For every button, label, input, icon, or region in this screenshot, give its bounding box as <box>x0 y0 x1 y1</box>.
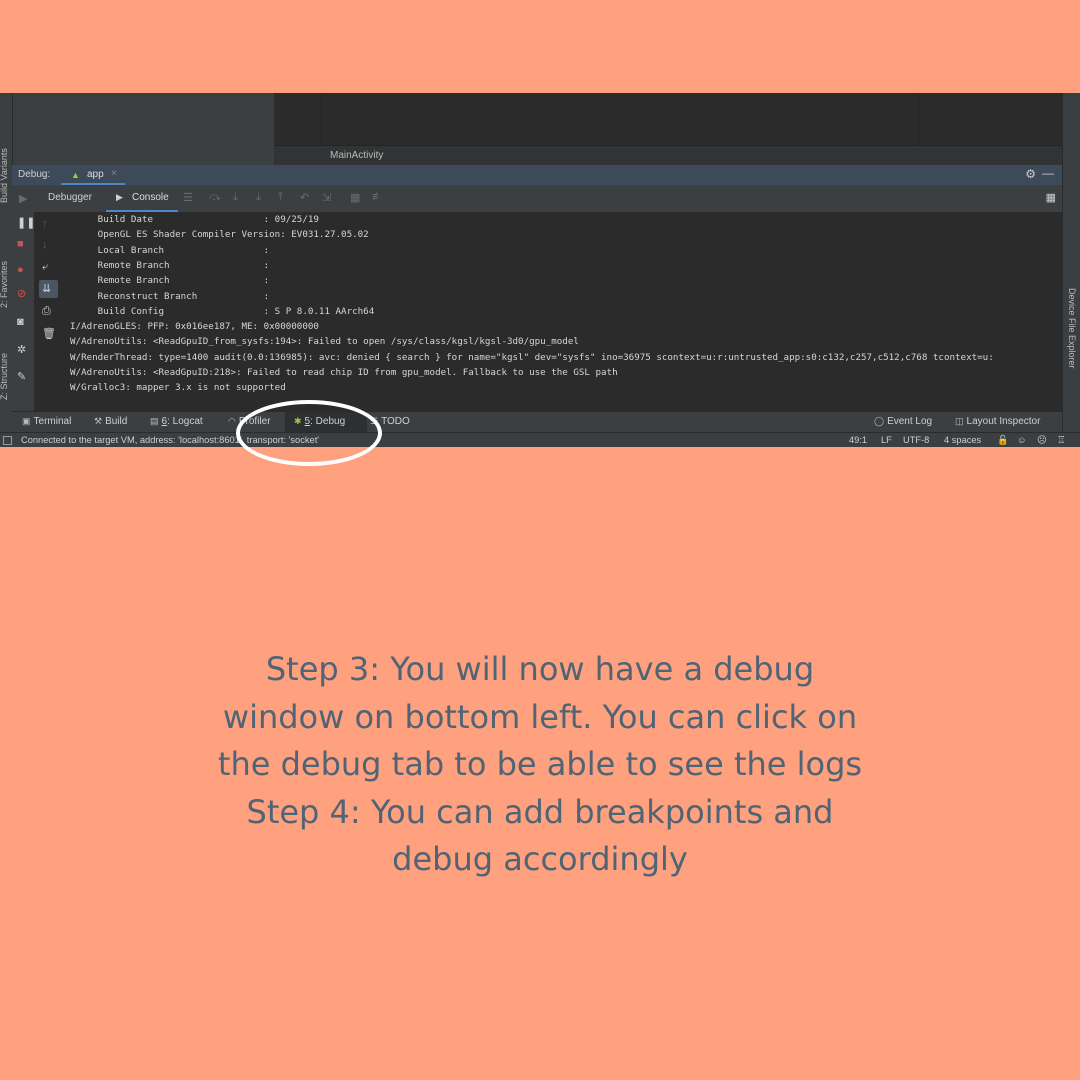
caret-position[interactable]: 49:1 <box>849 435 867 445</box>
run-to-cursor-icon[interactable]: ⇲ <box>322 191 331 204</box>
profiler-icon: ◠ <box>228 416 236 426</box>
event-log-icon: ◯ <box>874 416 885 426</box>
favorites-tab[interactable]: 2: Favorites <box>0 261 9 308</box>
settings-icon[interactable]: ✲ <box>17 343 26 356</box>
hammer-icon: ⚒ <box>94 416 103 426</box>
console-line: W/RenderThread: type=1400 audit(0.0:1369… <box>70 352 994 363</box>
soft-wrap-icon[interactable]: ⤶ <box>42 261 48 274</box>
debug-label: Debug: <box>18 169 51 180</box>
evaluate-icon[interactable]: ▦ <box>350 191 360 204</box>
toggle-tool-windows-icon[interactable] <box>3 436 12 445</box>
gear-icon[interactable]: ⚙ <box>1025 167 1036 181</box>
structure-tab[interactable]: Z: Structure <box>0 353 9 400</box>
right-tool-strip: Device File Explorer <box>1062 93 1080 434</box>
terminal-icon: ▣ <box>22 416 31 426</box>
menu-lines-icon[interactable]: ☰ <box>183 191 193 204</box>
frown-icon[interactable]: ☹ <box>1037 435 1047 446</box>
caption-line: Step 3: You will now have a debug <box>265 650 815 688</box>
up-arrow-icon[interactable]: ↑ <box>42 218 48 230</box>
layout-settings-icon[interactable]: ▦ <box>1046 191 1056 204</box>
build-variants-tab[interactable]: Build Variants <box>0 148 9 203</box>
step-out-icon[interactable]: ⤒ <box>278 191 283 204</box>
pause-icon[interactable]: ❚❚ <box>17 216 35 229</box>
console-line: OpenGL ES Shader Compiler Version: EV031… <box>70 229 369 240</box>
editor-area: MainActivity <box>12 93 1062 166</box>
console-icon: ▶ <box>116 192 123 202</box>
layout-inspector-icon: ◫ <box>955 416 964 426</box>
step-into-icon[interactable]: ⤓ <box>233 191 238 204</box>
console-line: Remote Branch : <box>70 260 270 271</box>
mute-breakpoints-icon[interactable]: ⊘ <box>17 287 26 300</box>
pin-icon[interactable]: ✎ <box>17 370 26 383</box>
rerun-icon[interactable]: ▶ <box>19 192 27 205</box>
console-line: W/AdrenoUtils: <ReadGpuID:218>: Failed t… <box>70 367 618 378</box>
android-studio-screenshot: MainActivity Build Variants 2: Favorites… <box>0 93 1080 447</box>
view-breakpoints-icon[interactable]: ● <box>17 264 24 276</box>
debug-tab-highlight-circle <box>236 400 382 466</box>
layout-inspector-tool-button[interactable]: ◫ Layout Inspector <box>955 416 1040 427</box>
scroll-to-end-icon[interactable]: ⇊ <box>42 282 51 295</box>
console-line: Remote Branch : <box>70 275 270 286</box>
stop-icon[interactable]: ■ <box>17 238 24 250</box>
editor-breadcrumb[interactable]: MainActivity <box>274 145 1062 166</box>
console-line: Reconstruct Branch : <box>70 291 270 302</box>
debug-session-tab-app[interactable]: ▲ app × <box>61 165 125 185</box>
print-icon[interactable]: ⎙ <box>42 305 51 318</box>
device-file-explorer-tab[interactable]: Device File Explorer <box>1067 288 1077 369</box>
trash-icon[interactable]: 🗑 <box>42 327 56 340</box>
console-line: I/AdrenoGLES: PFP: 0x016ee187, ME: 0x000… <box>70 321 319 332</box>
down-arrow-icon[interactable]: ↓ <box>42 239 48 251</box>
console-actions-column: ↑ ↓ ⤶ ⇊ ⎙ 🗑 <box>35 212 62 411</box>
caption-line: debug accordingly <box>392 840 688 878</box>
trace-icon[interactable]: ≢ <box>372 191 383 203</box>
line-separator[interactable]: LF <box>881 435 892 445</box>
smile-icon[interactable]: ☺ <box>1017 435 1027 445</box>
logcat-icon: ▤ <box>150 416 159 426</box>
console-output[interactable]: Build Date : 09/25/19 OpenGL ES Shader C… <box>66 212 1062 411</box>
tool-window-bar: ▣ Terminal ⚒ Build ▤ 6: Logcat ◠ Profiler ✱ 5… <box>12 411 1062 432</box>
console-line: W/Gralloc3: mapper 3.x is not supported <box>70 382 286 393</box>
debug-window-header: Debug: ▲ app × ⚙ — <box>12 165 1062 185</box>
debug-toolbar: ▶ Debugger ▶ Console ☰ ⤼ ⤓ ⤓ ⤒ ↶ ⇲ ▦ ≢ ▦ <box>12 185 1062 213</box>
inspector-hat-icon[interactable]: ♖ <box>1057 435 1065 446</box>
console-line: Build Date : 09/25/19 <box>70 214 319 225</box>
indent-setting[interactable]: 4 spaces <box>944 435 981 445</box>
file-encoding[interactable]: UTF-8 <box>903 435 929 445</box>
tab-console[interactable]: ▶ Console <box>106 185 178 212</box>
force-step-into-icon[interactable]: ⤓ <box>256 191 261 204</box>
debug-actions-column: ❚❚ ■ ● ⊘ ◙ ✲ ✎ <box>12 212 35 411</box>
breadcrumb-mainactivity[interactable]: MainActivity <box>330 150 383 161</box>
session-name: app <box>87 169 104 180</box>
step-over-icon[interactable]: ⤼ <box>209 191 221 204</box>
android-icon: ▲ <box>71 170 80 180</box>
caption-line: the debug tab to be able to see the logs <box>217 745 863 783</box>
build-tool-button[interactable]: ⚒ Build <box>94 416 127 427</box>
tab-debugger[interactable]: Debugger <box>48 192 92 203</box>
camera-icon[interactable]: ◙ <box>17 316 24 328</box>
minimize-icon[interactable]: — <box>1042 166 1054 180</box>
close-icon[interactable]: × <box>111 168 117 179</box>
lock-icon[interactable]: 🔓 <box>997 435 1009 446</box>
console-line: Local Branch : <box>70 245 270 256</box>
terminal-tool-button[interactable]: ▣ Terminal <box>22 416 71 427</box>
logcat-tool-button[interactable]: ▤ 6: Logcat <box>150 416 203 427</box>
console-line: W/AdrenoUtils: <ReadGpuID_from_sysfs:194… <box>70 336 579 347</box>
project-pane <box>12 93 274 165</box>
instruction-caption: Step 3: You will now have a debug window… <box>140 646 940 884</box>
caption-line: Step 4: You can add breakpoints and <box>246 792 834 831</box>
console-line: Build Config : S P 8.0.11 AArch64 <box>70 306 375 317</box>
status-bar: Connected to the target VM, address: 'lo… <box>0 432 1080 447</box>
drop-frame-icon[interactable]: ↶ <box>300 191 309 204</box>
caption-line: window on bottom left. You can click on <box>222 697 858 736</box>
event-log-tool-button[interactable]: ◯ Event Log <box>874 416 932 427</box>
